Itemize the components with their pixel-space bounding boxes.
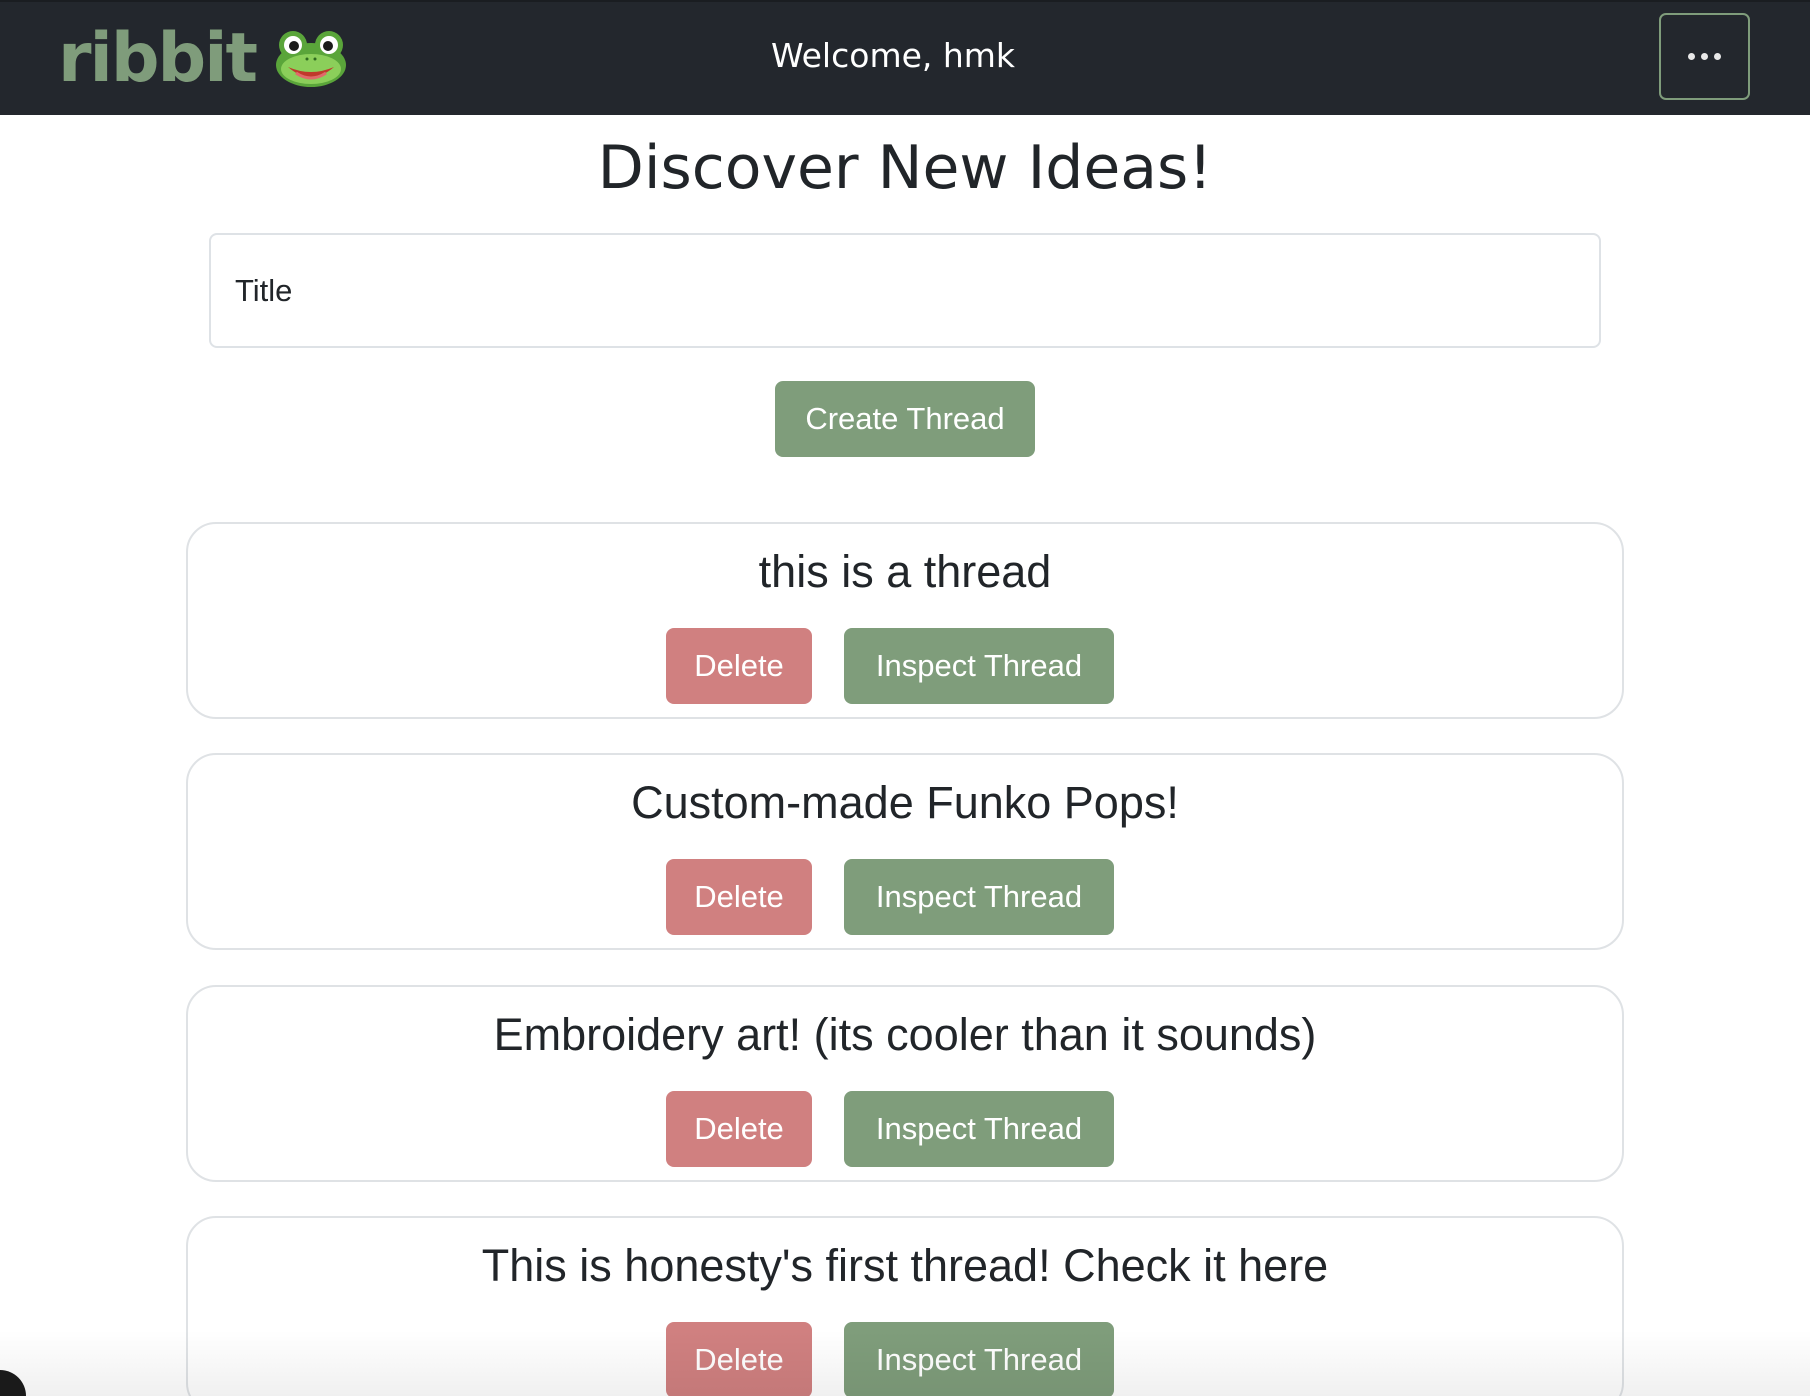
page-title: Discover New Ideas! [597,133,1213,203]
top-navbar: ribbit Welcome, hmk [0,0,1810,115]
delete-thread-button[interactable]: Delete [666,1091,812,1167]
welcome-message: Welcome, hmk [770,36,1016,75]
window-corner [0,1370,26,1396]
thread-card: This is honesty's first thread! Check it… [186,1216,1624,1396]
thread-card: Custom-made Funko Pops! Delete Inspect T… [186,753,1624,950]
inspect-thread-button[interactable]: Inspect Thread [844,628,1114,704]
page: ribbit Welcome, hmk Discover New Ideas! … [0,0,1810,1396]
inspect-thread-button[interactable]: Inspect Thread [844,859,1114,935]
inspect-thread-button[interactable]: Inspect Thread [844,1091,1114,1167]
thread-title: Custom-made Funko Pops! [631,777,1179,828]
thread-title: this is a thread [758,546,1052,597]
thread-card: this is a thread Delete Inspect Thread [186,522,1624,719]
thread-title: Embroidery art! (its cooler than it soun… [493,1009,1317,1060]
thread-title-input[interactable] [209,233,1601,348]
thread-card: Embroidery art! (its cooler than it soun… [186,985,1624,1182]
more-menu-button[interactable] [1659,13,1750,100]
create-thread-button[interactable]: Create Thread [775,381,1035,457]
delete-thread-button[interactable]: Delete [666,628,812,704]
inspect-thread-button[interactable]: Inspect Thread [844,1322,1114,1396]
thread-title: This is honesty's first thread! Check it… [481,1240,1329,1291]
delete-thread-button[interactable]: Delete [666,1322,812,1396]
delete-thread-button[interactable]: Delete [666,859,812,935]
more-horizontal-icon [1688,53,1721,60]
